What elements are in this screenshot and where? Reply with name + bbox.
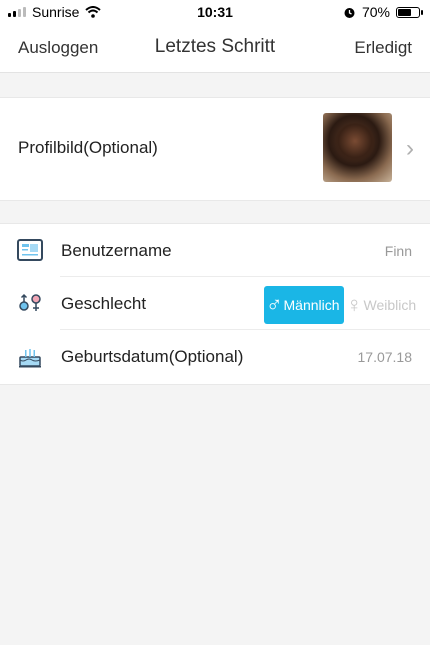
gender-label: Geschlecht xyxy=(61,294,147,313)
gender-icon xyxy=(19,293,41,311)
profile-picture-row[interactable]: Profilbild(Optional) › xyxy=(0,97,430,201)
done-button[interactable]: Erledigt xyxy=(354,38,412,58)
profile-picture-label: Profilbild(Optional) xyxy=(18,138,158,157)
battery-percent: 70% xyxy=(361,4,390,20)
female-option-button[interactable]: ♀ Weiblich xyxy=(346,286,422,324)
list-item-birthdate[interactable]: Geburtsdatum(Optional) 17.07.18 xyxy=(0,330,430,383)
status-bar: Sunrise 10:31 70% xyxy=(0,0,430,24)
id-card-icon xyxy=(17,239,43,261)
list-item-gender: Geschlecht ♂ Männlich ♀ Weiblich xyxy=(0,277,430,330)
male-symbol-icon: ♂ xyxy=(266,292,283,317)
female-option-label: Weiblich xyxy=(363,297,417,313)
birthdate-label: Geburtsdatum(Optional) xyxy=(61,347,244,366)
birthdate-value: 17.07.18 xyxy=(357,349,413,365)
female-symbol-icon: ♀ xyxy=(346,292,363,317)
profile-picture-thumbnail[interactable] xyxy=(323,113,392,182)
alarm-clock-icon xyxy=(344,7,355,18)
username-label: Benutzername xyxy=(61,241,172,260)
navigation-bar: Ausloggen Letztes Schritt Erledigt xyxy=(0,24,430,73)
male-option-button[interactable]: ♂ Männlich xyxy=(264,286,344,324)
battery-fill xyxy=(398,8,412,16)
username-value: Finn xyxy=(384,243,412,259)
birthday-cake-icon xyxy=(19,349,41,368)
chevron-right-icon: › xyxy=(406,135,414,162)
profile-fields-list: Benutzername Finn Geschlecht ♂ Männlich … xyxy=(0,223,430,385)
male-option-label: Männlich xyxy=(283,297,340,313)
battery-icon xyxy=(396,6,423,18)
status-right: 70% xyxy=(343,4,423,20)
list-item-username[interactable]: Benutzername Finn xyxy=(0,224,430,277)
